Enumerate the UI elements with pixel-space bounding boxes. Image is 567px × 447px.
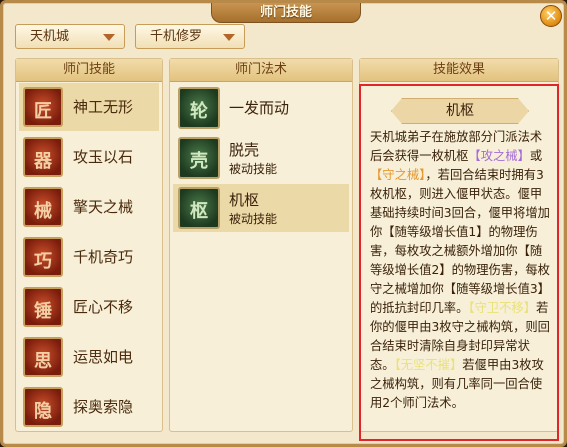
- technique-name: 脱壳: [229, 141, 260, 159]
- technique-name: 一发而动: [229, 99, 290, 117]
- skills-panel: 师门技能 匠 神工无形 器 攻玉以石 械 擎天之械 巧 千机奇巧 锤 匠心不移 …: [15, 58, 163, 432]
- skill-name: 攻玉以石: [73, 148, 134, 166]
- skill-icon: 思: [23, 337, 63, 377]
- technique-icon-glyph: 枢: [190, 201, 208, 222]
- technique-icon: 轮: [178, 87, 220, 129]
- chevron-down-icon: [223, 34, 235, 41]
- technique-type: 被动技能: [229, 212, 278, 226]
- effect-tag-guard: 【守卫不移】: [468, 301, 537, 315]
- skill-icon-glyph: 隐: [34, 401, 52, 422]
- skill-item[interactable]: 械 擎天之械: [19, 183, 159, 231]
- skill-icon-glyph: 巧: [34, 251, 52, 272]
- attack-mechanism-link[interactable]: 【攻之械】: [468, 149, 530, 163]
- technique-item[interactable]: 枢 机枢 被动技能: [173, 184, 349, 232]
- technique-icon-glyph: 壳: [190, 151, 208, 172]
- skill-icon-glyph: 器: [34, 151, 52, 172]
- skill-item[interactable]: 锤 匠心不移: [19, 283, 159, 331]
- skill-name: 匠心不移: [73, 298, 134, 316]
- skill-icon: 锤: [23, 287, 63, 327]
- technique-type: 被动技能: [229, 162, 278, 176]
- technique-icon: 枢: [178, 187, 220, 229]
- skill-name: 探奥索隐: [73, 398, 134, 416]
- defense-mechanism-link[interactable]: 【守之械】: [370, 168, 425, 182]
- skill-icon: 械: [23, 187, 63, 227]
- sect-dropdown[interactable]: 天机城: [15, 24, 125, 49]
- skill-icon-glyph: 械: [34, 201, 52, 222]
- skill-icon: 匠: [23, 87, 63, 127]
- skills-panel-header: 师门技能: [16, 59, 162, 82]
- skill-icon: 器: [23, 137, 63, 177]
- skills-window: 师门技能 ✕ 天机城 千机修罗 师门技能 匠 神工无形 器 攻玉以石 械 擎天之…: [0, 0, 567, 447]
- skill-item[interactable]: 隐 探奥索隐: [19, 383, 159, 431]
- window-title: 师门技能: [211, 3, 361, 23]
- technique-item[interactable]: 壳 脱壳 被动技能: [173, 134, 349, 182]
- skill-icon-glyph: 锤: [34, 301, 52, 322]
- skill-name: 擎天之械: [73, 198, 134, 216]
- skill-icon: 隐: [23, 387, 63, 427]
- effect-panel-header: 技能效果: [360, 59, 558, 82]
- technique-item[interactable]: 轮 一发而动: [173, 84, 349, 132]
- technique-name: 机枢: [229, 191, 260, 209]
- path-dropdown[interactable]: 千机修罗: [135, 24, 245, 49]
- close-button[interactable]: ✕: [540, 5, 562, 27]
- close-icon: ✕: [544, 7, 558, 25]
- skill-name: 运思如电: [73, 348, 134, 366]
- techniques-panel-header: 师门法术: [170, 59, 352, 82]
- technique-icon: 壳: [178, 137, 220, 179]
- effect-text: 天机城弟子在施放部分门派法术后会获得一枚机枢【攻之械】或【守之械】，若回合结束时…: [370, 128, 552, 413]
- techniques-panel: 师门法术 轮 一发而动 壳 脱壳 被动技能 枢 机枢 被动技能: [169, 58, 353, 432]
- skill-item[interactable]: 巧 千机奇巧: [19, 233, 159, 281]
- effect-title: 机枢: [391, 98, 529, 124]
- effect-text-body: ，若回合结束时拥有3枚机枢，则进入偃甲状态。偃甲基础持续时间3回合，偃甲将增加你…: [370, 168, 550, 315]
- effect-text-or: 或: [529, 149, 543, 163]
- technique-icon-glyph: 轮: [190, 101, 208, 122]
- skill-icon: 巧: [23, 237, 63, 277]
- path-dropdown-value: 千机修罗: [150, 29, 203, 44]
- skill-item[interactable]: 器 攻玉以石: [19, 133, 159, 181]
- skill-name: 千机奇巧: [73, 248, 134, 266]
- skill-icon-glyph: 匠: [34, 101, 52, 122]
- effect-description-box: 机枢 天机城弟子在施放部分门派法术后会获得一枚机枢【攻之械】或【守之械】，若回合…: [359, 84, 559, 441]
- skill-icon-glyph: 思: [34, 351, 52, 372]
- sect-dropdown-value: 天机城: [30, 29, 70, 44]
- chevron-down-icon: [103, 34, 115, 41]
- skill-item[interactable]: 思 运思如电: [19, 333, 159, 381]
- skill-name: 神工无形: [73, 98, 134, 116]
- effect-tag-destroy: 【无坚不摧】: [394, 358, 463, 372]
- skill-item[interactable]: 匠 神工无形: [19, 83, 159, 131]
